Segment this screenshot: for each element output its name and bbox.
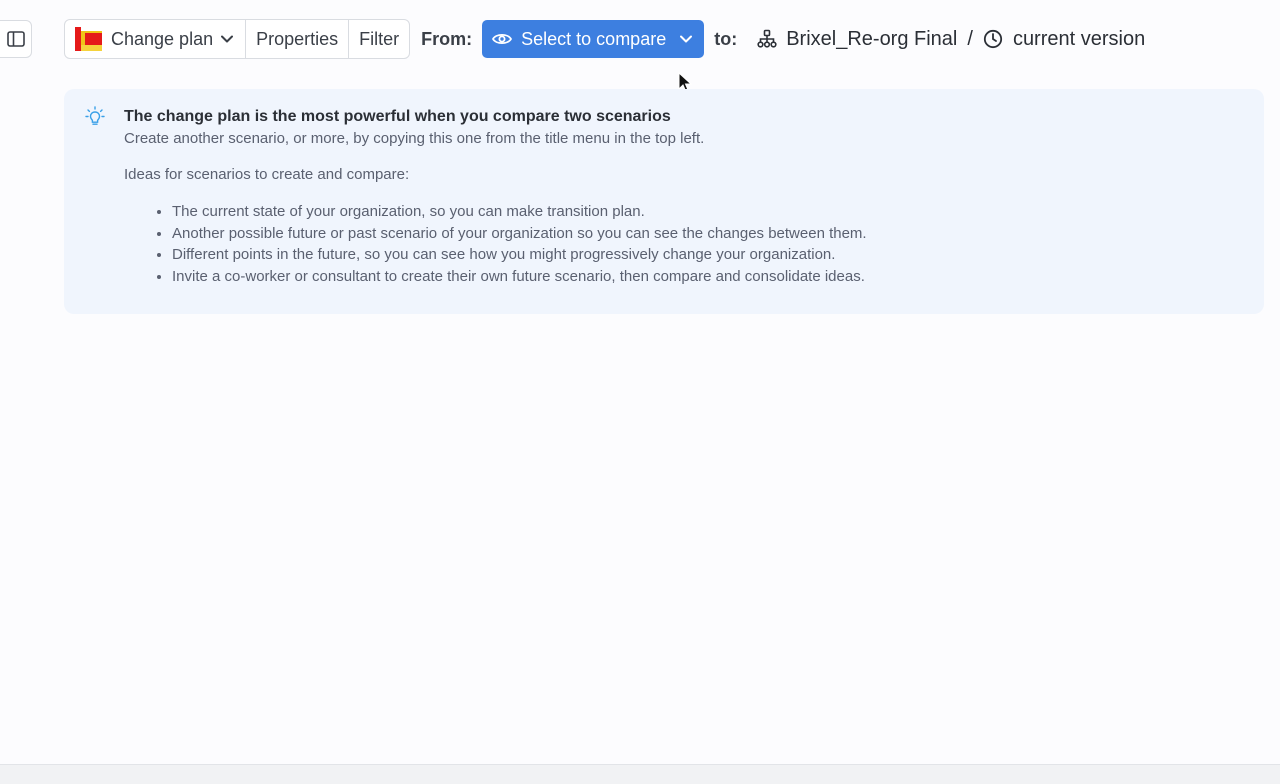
- change-plan-button[interactable]: Change plan: [65, 20, 247, 58]
- bottom-status-bar: [0, 764, 1280, 784]
- chevron-down-icon: [680, 35, 693, 43]
- sidebar-panel-icon: [7, 31, 25, 47]
- ideas-list: The current state of your organization, …: [124, 201, 1244, 287]
- org-chart-icon: [757, 29, 777, 49]
- tip-panel: The change plan is the most powerful whe…: [64, 89, 1264, 314]
- page: Change plan Properties Filter From: Sele…: [0, 0, 1280, 784]
- filter-label: Filter: [359, 28, 400, 49]
- properties-label: Properties: [256, 28, 339, 49]
- eye-icon: [492, 32, 513, 46]
- target-scenario: Brixel_Re-org Final / current version: [757, 28, 1145, 51]
- from-label: From:: [421, 28, 473, 49]
- target-scenario-name[interactable]: Brixel_Re-org Final: [786, 28, 957, 51]
- plan-button-group: Change plan Properties Filter: [64, 19, 411, 59]
- filter-button[interactable]: Filter: [349, 20, 409, 58]
- tip-subtitle: Create another scenario, or more, by cop…: [124, 130, 705, 147]
- tip-content: The change plan is the most powerful whe…: [124, 107, 1244, 287]
- chevron-down-icon: [221, 35, 234, 43]
- change-plan-label: Change plan: [111, 28, 214, 49]
- list-item: Different points in the future, so you c…: [172, 244, 1244, 266]
- ideas-heading: Ideas for scenarios to create and compar…: [124, 166, 410, 183]
- toolbar: Change plan Properties Filter From: Sele…: [64, 19, 1145, 59]
- to-label: to:: [714, 28, 738, 49]
- clock-icon: [983, 29, 1003, 49]
- tip-title: The change plan is the most powerful whe…: [124, 108, 671, 125]
- lightbulb-icon: [85, 106, 105, 133]
- properties-button[interactable]: Properties: [246, 20, 350, 58]
- list-item: The current state of your organization, …: [172, 201, 1244, 223]
- select-to-compare-dropdown[interactable]: Select to compare: [482, 20, 705, 58]
- sidebar-toggle-button[interactable]: [0, 20, 32, 58]
- breadcrumb-separator: /: [967, 27, 973, 50]
- plan-logo-icon: [75, 27, 102, 51]
- list-item: Invite a co-worker or consultant to crea…: [172, 266, 1244, 288]
- select-to-compare-label: Select to compare: [521, 28, 667, 49]
- target-version[interactable]: current version: [1013, 28, 1145, 51]
- list-item: Another possible future or past scenario…: [172, 223, 1244, 245]
